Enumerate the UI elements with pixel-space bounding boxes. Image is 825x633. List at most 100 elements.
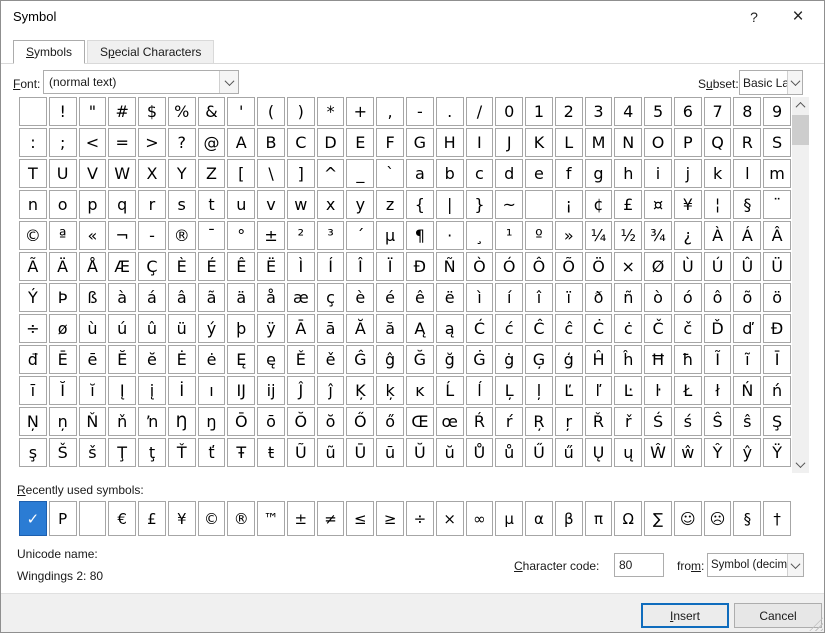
character-cell[interactable]: O xyxy=(644,128,672,157)
character-cell[interactable]: Æ xyxy=(108,252,136,281)
character-cell[interactable]: $ xyxy=(138,97,166,126)
character-cell[interactable]: Ĉ xyxy=(525,314,553,343)
character-cell[interactable]: Ě xyxy=(287,345,315,374)
character-cell[interactable]: § xyxy=(733,190,761,219)
recent-symbol-cell[interactable]: ® xyxy=(227,501,255,536)
character-cell[interactable]: G xyxy=(406,128,434,157)
character-cell[interactable]: ĸ xyxy=(406,376,434,405)
character-cell[interactable]: ą xyxy=(436,314,464,343)
character-cell[interactable]: ê xyxy=(406,283,434,312)
character-cell[interactable]: ¾ xyxy=(644,221,672,250)
character-cell[interactable]: r xyxy=(138,190,166,219)
character-cell[interactable]: Å xyxy=(79,252,107,281)
character-cell[interactable]: & xyxy=(198,97,226,126)
character-cell[interactable]: œ xyxy=(436,407,464,436)
character-cell[interactable]: ď xyxy=(733,314,761,343)
character-cell[interactable]: ċ xyxy=(614,314,642,343)
character-cell[interactable]: w xyxy=(287,190,315,219)
character-cell[interactable]: ı xyxy=(198,376,226,405)
character-cell[interactable]: ŧ xyxy=(257,438,285,467)
character-cell[interactable]: ă xyxy=(376,314,404,343)
character-cell[interactable]: D xyxy=(317,128,345,157)
character-cell[interactable]: ¶ xyxy=(406,221,434,250)
character-cell[interactable]: ¯ xyxy=(198,221,226,250)
character-cell[interactable]: ó xyxy=(674,283,702,312)
character-cell[interactable]: b xyxy=(436,159,464,188)
character-cell[interactable]: Ō xyxy=(227,407,255,436)
scroll-up-button[interactable] xyxy=(792,97,809,114)
character-cell[interactable]: î xyxy=(525,283,553,312)
character-cell[interactable]: Â xyxy=(763,221,791,250)
character-cell[interactable]: Ő xyxy=(346,407,374,436)
from-dropdown-button[interactable] xyxy=(787,554,803,576)
character-cell[interactable]: Ē xyxy=(49,345,77,374)
character-cell[interactable]: } xyxy=(466,190,494,219)
recent-symbol-cell[interactable]: ≤ xyxy=(346,501,374,536)
character-cell[interactable]: ũ xyxy=(317,438,345,467)
character-cell[interactable]: Ĩ xyxy=(704,345,732,374)
grid-scrollbar[interactable] xyxy=(792,97,809,473)
character-cell[interactable]: È xyxy=(168,252,196,281)
character-cell[interactable]: Ŕ xyxy=(466,407,494,436)
character-cell[interactable]: æ xyxy=(287,283,315,312)
character-cell[interactable]: ĳ xyxy=(257,376,285,405)
character-cell[interactable]: Ù xyxy=(674,252,702,281)
character-cell[interactable]: Ò xyxy=(466,252,494,281)
recent-symbol-cell[interactable]: ≥ xyxy=(376,501,404,536)
character-cell[interactable]: < xyxy=(79,128,107,157)
character-cell[interactable]: 9 xyxy=(763,97,791,126)
character-cell[interactable]: ¹ xyxy=(495,221,523,250)
character-cell[interactable]: [ xyxy=(227,159,255,188)
character-cell[interactable]: ş xyxy=(19,438,47,467)
resize-grip[interactable] xyxy=(809,617,823,631)
character-cell[interactable]: : xyxy=(19,128,47,157)
character-cell[interactable]: Ë xyxy=(257,252,285,281)
help-button[interactable]: ? xyxy=(732,1,776,33)
character-cell[interactable]: Ę xyxy=(227,345,255,374)
character-cell[interactable]: n xyxy=(19,190,47,219)
character-cell[interactable]: / xyxy=(466,97,494,126)
recent-symbol-cell[interactable]: P xyxy=(49,501,77,536)
character-cell[interactable]: ì xyxy=(466,283,494,312)
character-cell[interactable]: á xyxy=(138,283,166,312)
character-cell[interactable]: ĩ xyxy=(733,345,761,374)
recent-symbol-cell[interactable]: ☹ xyxy=(704,501,732,536)
scroll-down-button[interactable] xyxy=(792,456,809,473)
character-cell[interactable]: e xyxy=(525,159,553,188)
character-cell[interactable]: Ó xyxy=(495,252,523,281)
character-cell[interactable]: Ħ xyxy=(644,345,672,374)
character-cell[interactable]: ŝ xyxy=(733,407,761,436)
character-cell[interactable]: U xyxy=(49,159,77,188)
character-cell[interactable]: Ą xyxy=(406,314,434,343)
character-cell[interactable]: đ xyxy=(19,345,47,374)
character-cell[interactable]: ğ xyxy=(436,345,464,374)
character-cell[interactable]: 7 xyxy=(704,97,732,126)
character-cell[interactable]: µ xyxy=(376,221,404,250)
character-cell[interactable]: ä xyxy=(227,283,255,312)
character-cell[interactable]: ú xyxy=(108,314,136,343)
character-cell[interactable]: ñ xyxy=(614,283,642,312)
character-cell[interactable]: · xyxy=(436,221,464,250)
character-cell[interactable]: ´ xyxy=(346,221,374,250)
character-cell[interactable]: I xyxy=(466,128,494,157)
character-cell[interactable]: J xyxy=(495,128,523,157)
character-cell[interactable]: " xyxy=(79,97,107,126)
character-cell[interactable]: « xyxy=(79,221,107,250)
character-cell[interactable]: 6 xyxy=(674,97,702,126)
character-cell[interactable]: Ľ xyxy=(555,376,583,405)
recent-symbol-cell[interactable]: § xyxy=(733,501,761,536)
character-cell[interactable]: ĥ xyxy=(614,345,642,374)
character-code-input[interactable] xyxy=(614,553,664,577)
character-cell[interactable]: ĉ xyxy=(555,314,583,343)
character-cell[interactable]: ń xyxy=(763,376,791,405)
character-cell[interactable]: Y xyxy=(168,159,196,188)
character-cell[interactable]: s xyxy=(168,190,196,219)
recent-symbol-cell[interactable]: £ xyxy=(138,501,166,536)
character-cell[interactable]: Ä xyxy=(49,252,77,281)
character-cell[interactable]: à xyxy=(108,283,136,312)
character-cell[interactable]: Ÿ xyxy=(763,438,791,467)
character-cell[interactable]: Ķ xyxy=(346,376,374,405)
character-cell[interactable]: j xyxy=(674,159,702,188)
character-cell[interactable]: ŭ xyxy=(436,438,464,467)
character-cell[interactable]: ő xyxy=(376,407,404,436)
